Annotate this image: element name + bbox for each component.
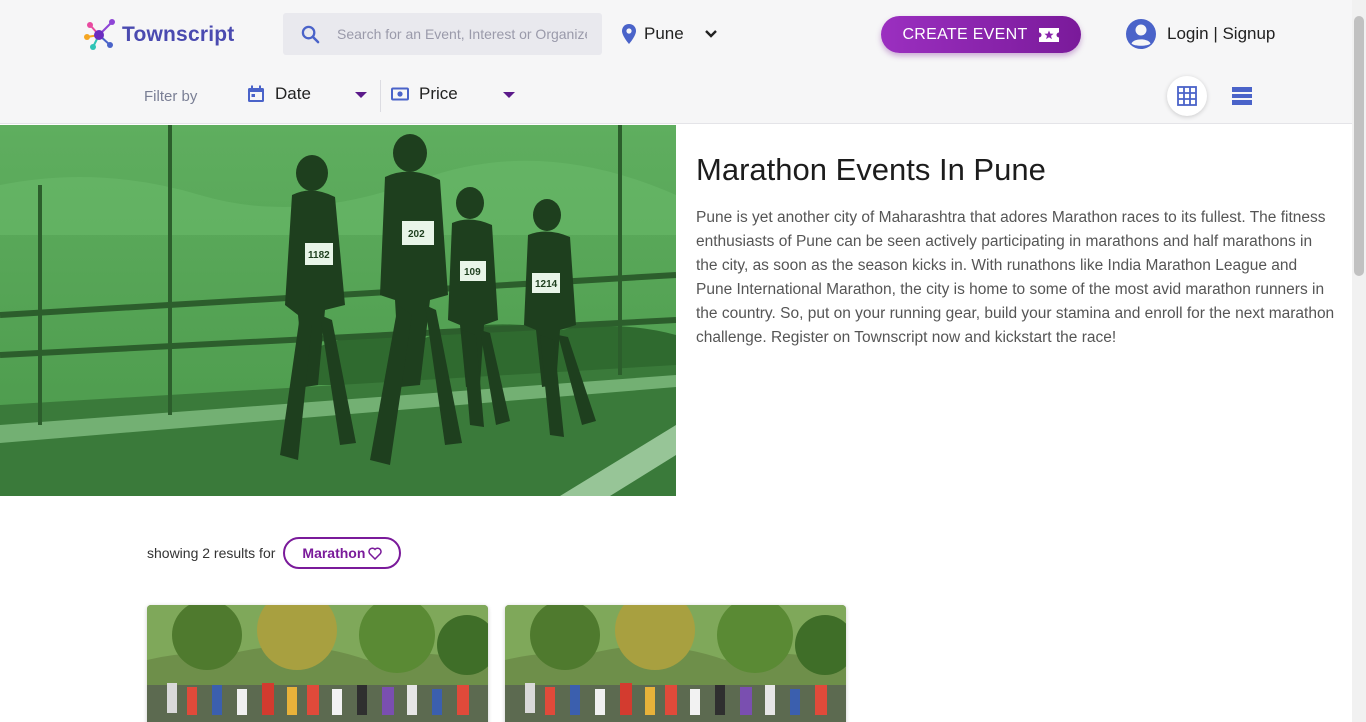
marathon-tag[interactable]: Marathon [283,537,402,569]
search-input[interactable] [337,26,587,42]
logo-text: Townscript [122,23,235,46]
search-box[interactable] [283,13,602,55]
page-title: Marathon Events In Pune [696,152,1046,187]
townscript-logo-icon [84,19,115,50]
grid-view-icon [1177,86,1197,106]
runner-bib-4: 1214 [535,279,558,290]
login-signup[interactable]: Login | Signup [1125,18,1275,50]
event-card-image [147,605,488,722]
hero-image: 1182 202 109 1214 [0,125,676,496]
search-icon [301,25,320,43]
filter-by-label: Filter by [144,88,198,105]
create-event-button[interactable]: CREATE EVENT [881,16,1081,53]
caret-down-icon [503,92,515,98]
page-description: Pune is yet another city of Maharashtra … [696,209,1335,346]
location-pin-icon [622,24,636,44]
event-card[interactable] [147,605,488,722]
user-avatar-icon [1126,19,1156,49]
filter-divider [380,80,381,112]
caret-down-icon [355,92,367,98]
townscript-logo[interactable]: Townscript [80,16,234,54]
list-view-icon [1232,87,1252,105]
calendar-icon [248,85,264,102]
runner-bib-3: 109 [464,267,481,278]
price-filter-label: Price [419,84,458,103]
scrollbar-thumb[interactable] [1354,16,1364,276]
price-filter[interactable]: Price [391,84,515,104]
city-label: Pune [644,24,684,43]
chevron-down-icon [704,30,717,38]
marathon-runners-image: 1182 202 109 1214 [0,125,676,496]
top-header: Townscript Pune CREATE EVENT Login [0,0,1352,124]
date-filter-label: Date [275,84,311,103]
money-icon [391,87,409,101]
page-scrollbar[interactable] [1352,0,1366,722]
results-summary: showing 2 results for Marathon [147,537,402,569]
create-event-label: CREATE EVENT [902,25,1028,43]
login-signup-label: Login | Signup [1167,24,1276,43]
event-card[interactable] [505,605,846,722]
list-view-toggle[interactable] [1230,84,1254,108]
runner-bib-2: 202 [408,229,425,240]
heart-icon[interactable] [368,546,383,560]
city-selector[interactable]: Pune [622,24,718,44]
results-count-text: showing 2 results for [147,545,276,561]
runner-bib-1: 1182 [308,250,330,261]
ticket-star-icon [1038,27,1059,42]
date-filter[interactable]: Date [247,84,367,104]
grid-view-toggle[interactable] [1167,76,1207,116]
tag-label: Marathon [302,545,366,561]
event-card-image [505,605,846,722]
